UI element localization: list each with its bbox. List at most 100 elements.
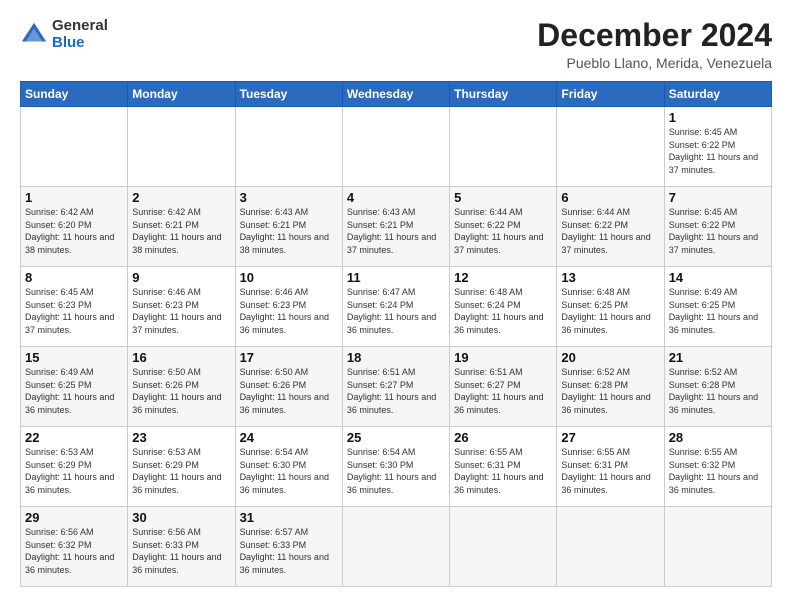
calendar-cell: 25 Sunrise: 6:54 AMSunset: 6:30 PMDayligh… <box>342 427 449 507</box>
calendar-week-row: 8Sunrise: 6:45 AMSunset: 6:23 PMDaylight… <box>21 267 772 347</box>
day-number: 13 <box>561 270 659 285</box>
day-info: Sunrise: 6:53 AMSunset: 6:29 PMDaylight:… <box>25 447 114 495</box>
calendar-cell: 8Sunrise: 6:45 AMSunset: 6:23 PMDaylight… <box>21 267 128 347</box>
day-info: Sunrise: 6:47 AMSunset: 6:24 PMDaylight:… <box>347 287 436 335</box>
calendar-cell: 13 Sunrise: 6:48 AMSunset: 6:25 PMDayligh… <box>557 267 664 347</box>
calendar-cell <box>664 507 771 587</box>
calendar-cell: 28 Sunrise: 6:55 AMSunset: 6:32 PMDayligh… <box>664 427 771 507</box>
day-info: Sunrise: 6:54 AMSunset: 6:30 PMDaylight:… <box>240 447 329 495</box>
day-number: 17 <box>240 350 338 365</box>
day-number: 28 <box>669 430 767 445</box>
day-info: Sunrise: 6:55 AMSunset: 6:31 PMDaylight:… <box>454 447 543 495</box>
calendar-cell: 14Sunrise: 6:49 AMSunset: 6:25 PMDayligh… <box>664 267 771 347</box>
calendar-week-row: 1 Sunrise: 6:45 AMSunset: 6:22 PMDaylight… <box>21 107 772 187</box>
calendar-cell <box>342 507 449 587</box>
calendar-cell: 1 Sunrise: 6:42 AMSunset: 6:20 PMDaylight… <box>21 187 128 267</box>
day-info: Sunrise: 6:45 AMSunset: 6:22 PMDaylight:… <box>669 207 758 255</box>
calendar-cell: 10Sunrise: 6:46 AMSunset: 6:23 PMDayligh… <box>235 267 342 347</box>
day-info: Sunrise: 6:56 AMSunset: 6:32 PMDaylight:… <box>25 527 114 575</box>
col-header-monday: Monday <box>128 82 235 107</box>
day-number: 9 <box>132 270 230 285</box>
day-number: 31 <box>240 510 338 525</box>
day-number: 14 <box>669 270 767 285</box>
day-info: Sunrise: 6:43 AMSunset: 6:21 PMDaylight:… <box>347 207 436 255</box>
col-header-tuesday: Tuesday <box>235 82 342 107</box>
day-number: 5 <box>454 190 552 205</box>
calendar-cell: 27 Sunrise: 6:55 AMSunset: 6:31 PMDayligh… <box>557 427 664 507</box>
day-number: 1 <box>25 190 123 205</box>
calendar-cell: 5 Sunrise: 6:44 AMSunset: 6:22 PMDaylight… <box>450 187 557 267</box>
day-number: 27 <box>561 430 659 445</box>
day-number: 24 <box>240 430 338 445</box>
day-info: Sunrise: 6:51 AMSunset: 6:27 PMDaylight:… <box>347 367 436 415</box>
day-number: 15 <box>25 350 123 365</box>
day-number: 12 <box>454 270 552 285</box>
day-info: Sunrise: 6:50 AMSunset: 6:26 PMDaylight:… <box>132 367 221 415</box>
calendar-header-row: SundayMondayTuesdayWednesdayThursdayFrid… <box>21 82 772 107</box>
calendar-cell <box>128 107 235 187</box>
calendar-cell: 6Sunrise: 6:44 AMSunset: 6:22 PMDaylight… <box>557 187 664 267</box>
day-number: 30 <box>132 510 230 525</box>
calendar-week-row: 22 Sunrise: 6:53 AMSunset: 6:29 PMDayligh… <box>21 427 772 507</box>
day-info: Sunrise: 6:57 AMSunset: 6:33 PMDaylight:… <box>240 527 329 575</box>
page: General Blue December 2024 Pueblo Llano,… <box>0 0 792 612</box>
day-number: 21 <box>669 350 767 365</box>
title-area: December 2024 Pueblo Llano, Merida, Vene… <box>537 18 772 71</box>
header: General Blue December 2024 Pueblo Llano,… <box>20 18 772 71</box>
logo: General Blue <box>20 18 108 51</box>
day-info: Sunrise: 6:42 AMSunset: 6:21 PMDaylight:… <box>132 207 221 255</box>
calendar-cell <box>450 507 557 587</box>
logo-text: General Blue <box>52 18 108 51</box>
calendar-cell <box>235 107 342 187</box>
calendar-cell: 12 Sunrise: 6:48 AMSunset: 6:24 PMDayligh… <box>450 267 557 347</box>
calendar-cell <box>21 107 128 187</box>
day-info: Sunrise: 6:49 AMSunset: 6:25 PMDaylight:… <box>25 367 114 415</box>
day-number: 20 <box>561 350 659 365</box>
calendar-cell <box>342 107 449 187</box>
col-header-saturday: Saturday <box>664 82 771 107</box>
calendar-cell: 26Sunrise: 6:55 AMSunset: 6:31 PMDayligh… <box>450 427 557 507</box>
day-info: Sunrise: 6:44 AMSunset: 6:22 PMDaylight:… <box>561 207 650 255</box>
col-header-thursday: Thursday <box>450 82 557 107</box>
calendar-cell: 4Sunrise: 6:43 AMSunset: 6:21 PMDaylight… <box>342 187 449 267</box>
day-number: 23 <box>132 430 230 445</box>
calendar-cell: 20Sunrise: 6:52 AMSunset: 6:28 PMDayligh… <box>557 347 664 427</box>
calendar-cell: 17Sunrise: 6:50 AMSunset: 6:26 PMDayligh… <box>235 347 342 427</box>
day-info: Sunrise: 6:51 AMSunset: 6:27 PMDaylight:… <box>454 367 543 415</box>
calendar-cell: 1 Sunrise: 6:45 AMSunset: 6:22 PMDaylight… <box>664 107 771 187</box>
calendar-cell <box>557 107 664 187</box>
day-number: 2 <box>132 190 230 205</box>
calendar-cell: 19Sunrise: 6:51 AMSunset: 6:27 PMDayligh… <box>450 347 557 427</box>
calendar-cell: 3Sunrise: 6:43 AMSunset: 6:21 PMDaylight… <box>235 187 342 267</box>
calendar-cell: 11 Sunrise: 6:47 AMSunset: 6:24 PMDayligh… <box>342 267 449 347</box>
day-number: 1 <box>669 110 767 125</box>
day-info: Sunrise: 6:55 AMSunset: 6:32 PMDaylight:… <box>669 447 758 495</box>
day-number: 11 <box>347 270 445 285</box>
day-number: 29 <box>25 510 123 525</box>
col-header-friday: Friday <box>557 82 664 107</box>
day-info: Sunrise: 6:55 AMSunset: 6:31 PMDaylight:… <box>561 447 650 495</box>
day-info: Sunrise: 6:46 AMSunset: 6:23 PMDaylight:… <box>240 287 329 335</box>
day-number: 18 <box>347 350 445 365</box>
calendar-cell: 29 Sunrise: 6:56 AMSunset: 6:32 PMDayligh… <box>21 507 128 587</box>
calendar-cell <box>557 507 664 587</box>
calendar-cell <box>450 107 557 187</box>
day-info: Sunrise: 6:54 AMSunset: 6:30 PMDaylight:… <box>347 447 436 495</box>
day-info: Sunrise: 6:44 AMSunset: 6:22 PMDaylight:… <box>454 207 543 255</box>
calendar-cell: 2 Sunrise: 6:42 AMSunset: 6:21 PMDaylight… <box>128 187 235 267</box>
day-info: Sunrise: 6:48 AMSunset: 6:24 PMDaylight:… <box>454 287 543 335</box>
logo-general-text: General <box>52 18 108 35</box>
calendar-cell: 22 Sunrise: 6:53 AMSunset: 6:29 PMDayligh… <box>21 427 128 507</box>
day-number: 7 <box>669 190 767 205</box>
day-info: Sunrise: 6:45 AMSunset: 6:23 PMDaylight:… <box>25 287 114 335</box>
calendar-cell: 23Sunrise: 6:53 AMSunset: 6:29 PMDayligh… <box>128 427 235 507</box>
calendar-cell: 21Sunrise: 6:52 AMSunset: 6:28 PMDayligh… <box>664 347 771 427</box>
calendar-cell: 15 Sunrise: 6:49 AMSunset: 6:25 PMDayligh… <box>21 347 128 427</box>
day-info: Sunrise: 6:42 AMSunset: 6:20 PMDaylight:… <box>25 207 114 255</box>
day-info: Sunrise: 6:45 AMSunset: 6:22 PMDaylight:… <box>669 127 758 175</box>
col-header-wednesday: Wednesday <box>342 82 449 107</box>
day-info: Sunrise: 6:48 AMSunset: 6:25 PMDaylight:… <box>561 287 650 335</box>
day-number: 22 <box>25 430 123 445</box>
calendar-cell: 24 Sunrise: 6:54 AMSunset: 6:30 PMDayligh… <box>235 427 342 507</box>
day-number: 25 <box>347 430 445 445</box>
